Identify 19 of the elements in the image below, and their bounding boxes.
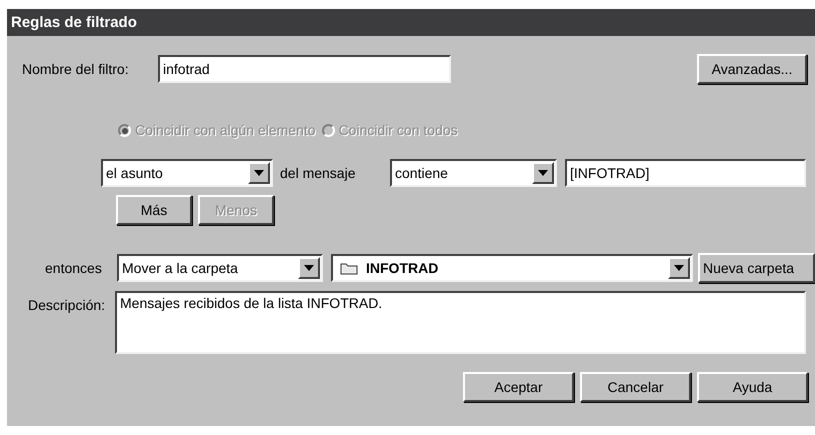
add-condition-button[interactable]: Más <box>116 195 192 225</box>
condition-value-field[interactable]: [INFOTRAD] <box>565 159 806 187</box>
dialog-button[interactable]: Cancelar <box>580 372 691 402</box>
filter-name-field[interactable]: infotrad <box>158 55 451 83</box>
folder-icon <box>340 261 358 275</box>
folder-dropdown[interactable]: INFOTRAD <box>331 254 693 282</box>
action-dropdown[interactable]: Mover a la carpeta <box>117 254 323 282</box>
then-label: entonces <box>45 258 103 278</box>
operator-dropdown[interactable]: contiene <box>390 159 557 187</box>
window-title: Reglas de filtrado <box>7 9 815 36</box>
description-field[interactable]: Mensajes recibidos de la lista INFOTRAD. <box>115 291 806 354</box>
filter-name-label: Nombre del filtro: <box>22 60 130 78</box>
new-folder-button[interactable]: Nueva carpeta <box>698 253 815 283</box>
dialog-button[interactable]: Aceptar <box>463 372 574 402</box>
description-label: Descripción: <box>28 296 106 315</box>
connector-label: del mensaje <box>280 164 356 183</box>
advanced-button[interactable]: Avanzadas... <box>697 54 807 84</box>
field-dropdown[interactable]: el asunto <box>101 159 273 187</box>
dialog-button[interactable]: Ayuda <box>697 372 808 402</box>
